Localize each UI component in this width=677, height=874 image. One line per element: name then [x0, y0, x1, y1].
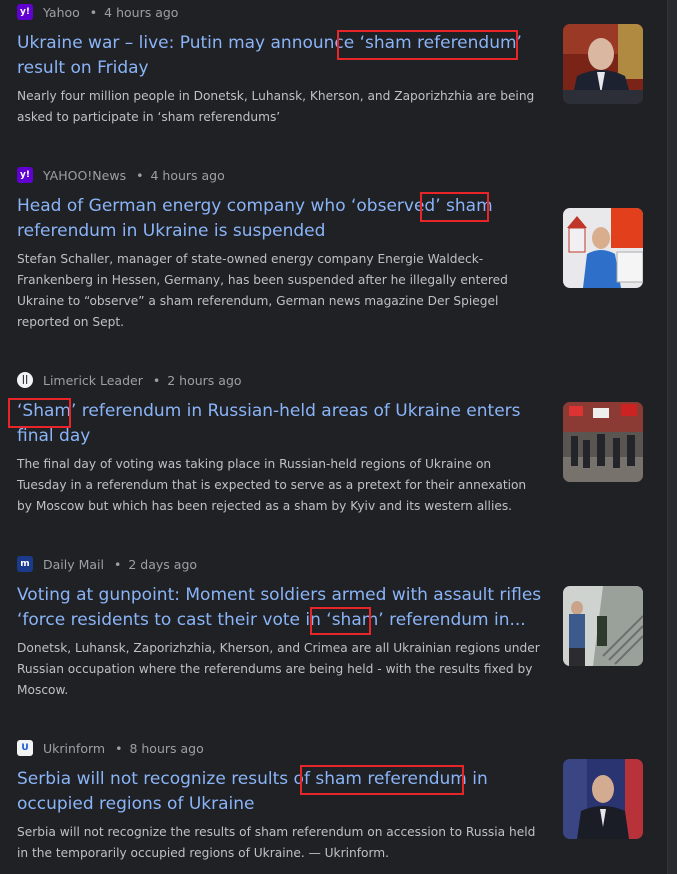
news-result-card: y! Yahoo • 4 hours ago Ukraine war – liv… — [17, 2, 643, 127]
yahoo-icon: y! — [17, 4, 33, 20]
man-at-ballot-box-thumbnail[interactable] — [563, 208, 643, 288]
result-snippet: Stefan Schaller, manager of state-owned … — [17, 252, 508, 329]
yahoo-icon: y! — [17, 167, 33, 183]
news-result-card: || Limerick Leader • 2 hours ago ‘Sham’ … — [8, 370, 643, 520]
result-age: 2 days ago — [128, 556, 198, 572]
result-age: 8 hours ago — [129, 740, 204, 756]
news-result-card: m Daily Mail • 2 days ago Voting at gunp… — [17, 554, 643, 704]
meta-separator: • — [89, 4, 98, 20]
result-meta: y! Yahoo • 4 hours ago — [17, 2, 178, 22]
highlight-box — [310, 607, 371, 635]
meta-separator: • — [114, 556, 122, 572]
result-age: 2 hours ago — [167, 372, 242, 388]
highlight-box — [420, 192, 489, 222]
result-snippet: Nearly four million people in Donetsk, L… — [17, 89, 535, 124]
serbian-official-thumbnail[interactable] — [563, 759, 643, 839]
highlight-box — [337, 30, 518, 60]
result-snippet: The final day of voting was taking place… — [17, 457, 527, 513]
news-result-card: y! YAHOO!News • 4 hours ago Head of Germ… — [17, 165, 643, 335]
news-result-card: U Ukrinform • 8 hours ago Serbia will no… — [17, 738, 643, 874]
soldiers-stairwell-thumbnail[interactable] — [563, 586, 643, 666]
limerick-leader-icon: || — [17, 372, 33, 388]
result-age: 4 hours ago — [150, 167, 225, 183]
highlight-box — [300, 765, 464, 795]
meta-separator: • — [152, 372, 161, 388]
result-title-link[interactable]: ‘Sham’ referendum in Russian-held areas … — [17, 399, 547, 449]
source-name: Limerick Leader — [43, 372, 143, 388]
result-age: 4 hours ago — [104, 4, 179, 20]
meta-separator: • — [115, 740, 123, 756]
source-name: Yahoo — [43, 4, 80, 20]
highlight-box — [8, 398, 71, 428]
source-name: YAHOO!News — [43, 167, 127, 183]
result-title-link[interactable]: Voting at gunpoint: Moment soldiers arme… — [17, 583, 547, 633]
street-crowd-flags-thumbnail[interactable] — [563, 402, 643, 482]
result-title-link[interactable]: Serbia will not recognize results of sha… — [17, 767, 547, 817]
ukrinform-icon: U — [17, 740, 33, 756]
result-snippet: Serbia will not recognize the results of… — [17, 825, 536, 860]
daily-mail-icon: m — [17, 556, 33, 572]
result-snippet: Donetsk, Luhansk, Zaporizhzhia, Kherson,… — [17, 641, 540, 697]
source-name: Ukrinform — [43, 740, 106, 756]
result-meta: y! YAHOO!News • 4 hours ago — [17, 165, 225, 185]
result-meta: || Limerick Leader • 2 hours ago — [17, 370, 242, 390]
meta-separator: • — [136, 167, 144, 183]
source-name: Daily Mail — [43, 556, 104, 572]
result-meta: U Ukrinform • 8 hours ago — [17, 738, 204, 758]
result-meta: m Daily Mail • 2 days ago — [17, 554, 197, 574]
scrollbar-track[interactable] — [667, 0, 677, 874]
putin-at-desk-thumbnail[interactable] — [563, 24, 643, 104]
